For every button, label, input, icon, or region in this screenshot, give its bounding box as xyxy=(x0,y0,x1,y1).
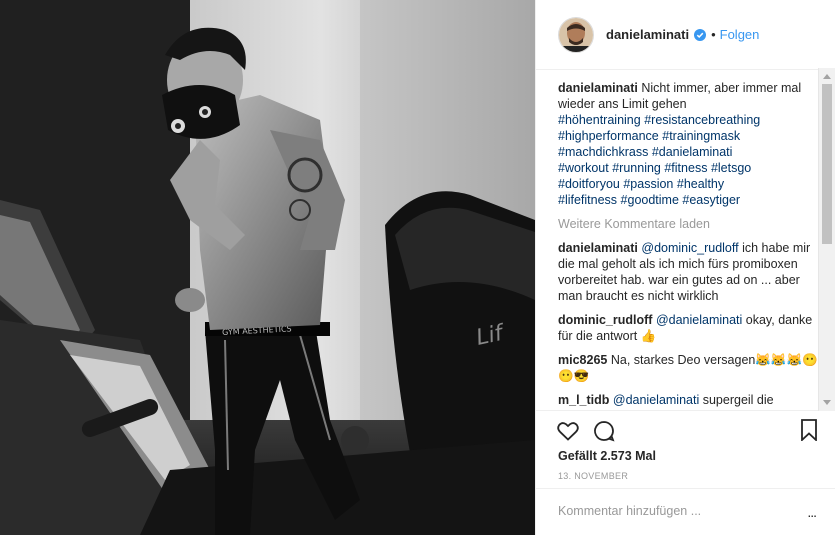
hashtag[interactable]: #healthy xyxy=(677,177,724,191)
hashtag[interactable]: #fitness xyxy=(664,161,707,175)
hashtag[interactable]: #highperformance xyxy=(558,129,659,143)
hashtag[interactable]: #resistancebreathing xyxy=(644,113,760,127)
comment-mention[interactable]: @dominic_rudloff xyxy=(641,241,738,255)
hashtag[interactable]: #passion xyxy=(623,177,673,191)
load-more-comments[interactable]: Weitere Kommentare laden xyxy=(558,216,818,232)
comment-composer: ... xyxy=(536,488,835,535)
comment-username[interactable]: dominic_rudloff xyxy=(558,313,652,327)
comment-item: dominic_rudloff @danielaminati okay, dan… xyxy=(558,312,818,344)
comment-username[interactable]: m_l_tidb xyxy=(558,393,609,407)
avatar[interactable] xyxy=(558,16,594,53)
hashtag[interactable]: #danielaminati xyxy=(652,145,733,159)
hashtag[interactable]: #workout xyxy=(558,161,609,175)
likes-label: Gefällt 2.573 Mal xyxy=(558,449,656,463)
avatar-image xyxy=(559,17,593,52)
scroll-thumb[interactable] xyxy=(822,84,832,244)
treadmill-runner-photo: Lif GYM AESTHETICS xyxy=(0,0,535,535)
hashtag[interactable]: #höhentraining xyxy=(558,113,641,127)
hashtag[interactable]: #machdichkrass xyxy=(558,145,648,159)
caption-username[interactable]: danielaminati xyxy=(558,81,638,95)
comments-list: danielaminati Nicht immer, aber immer ma… xyxy=(558,80,818,410)
comment-input[interactable] xyxy=(558,504,788,518)
comments-scrollbar[interactable] xyxy=(818,68,835,411)
header-separator: • xyxy=(711,27,716,42)
caption: danielaminati Nicht immer, aber immer ma… xyxy=(558,80,818,208)
header-username[interactable]: danielaminati xyxy=(606,27,689,42)
comment-text: supergeil die xyxy=(702,393,774,407)
post-date: 13. NOVEMBER xyxy=(558,471,629,481)
hashtag[interactable]: #letsgo xyxy=(711,161,751,175)
comment-username[interactable]: mic8265 xyxy=(558,353,607,367)
post-actions: Gefällt 2.573 Mal 13. NOVEMBER xyxy=(536,410,835,486)
hashtag[interactable]: #goodtime xyxy=(621,193,679,207)
action-icons xyxy=(556,419,616,443)
post-header: danielaminati • Folgen xyxy=(536,0,835,70)
comment-item: danielaminati @dominic_rudloff ich habe … xyxy=(558,240,818,304)
comment-icon[interactable] xyxy=(592,419,616,443)
hashtag[interactable]: #easytiger xyxy=(682,193,740,207)
bookmark-icon[interactable] xyxy=(800,419,818,443)
comment-mention[interactable]: @danielaminati xyxy=(656,313,742,327)
post-sidebar: danielaminati • Folgen danielaminati Nic… xyxy=(535,0,835,535)
scroll-down-arrow[interactable] xyxy=(823,400,831,405)
post-photo[interactable]: Lif GYM AESTHETICS xyxy=(0,0,535,535)
heart-icon[interactable] xyxy=(556,419,580,443)
hashtag[interactable]: #running xyxy=(612,161,661,175)
comment-username[interactable]: danielaminati xyxy=(558,241,638,255)
follow-button[interactable]: Folgen xyxy=(720,27,760,42)
verified-icon xyxy=(694,28,707,41)
likes-count[interactable]: Gefällt 2.573 Mal xyxy=(558,449,656,463)
comment-mention[interactable]: @danielaminati xyxy=(613,393,699,407)
hashtag[interactable]: #lifefitness xyxy=(558,193,617,207)
scroll-up-arrow[interactable] xyxy=(823,74,831,79)
comment-item: m_l_tidb @danielaminati supergeil die xyxy=(558,392,818,408)
hashtag[interactable]: #trainingmask xyxy=(662,129,740,143)
instagram-post: Lif GYM AESTHETICS danielaminati • Folge… xyxy=(0,0,835,535)
hashtag[interactable]: #doitforyou xyxy=(558,177,620,191)
more-options-icon[interactable]: ... xyxy=(807,504,817,520)
comment-item: mic8265 Na, starkes Deo versagen😹😹😹😶😶😎 xyxy=(558,352,818,384)
